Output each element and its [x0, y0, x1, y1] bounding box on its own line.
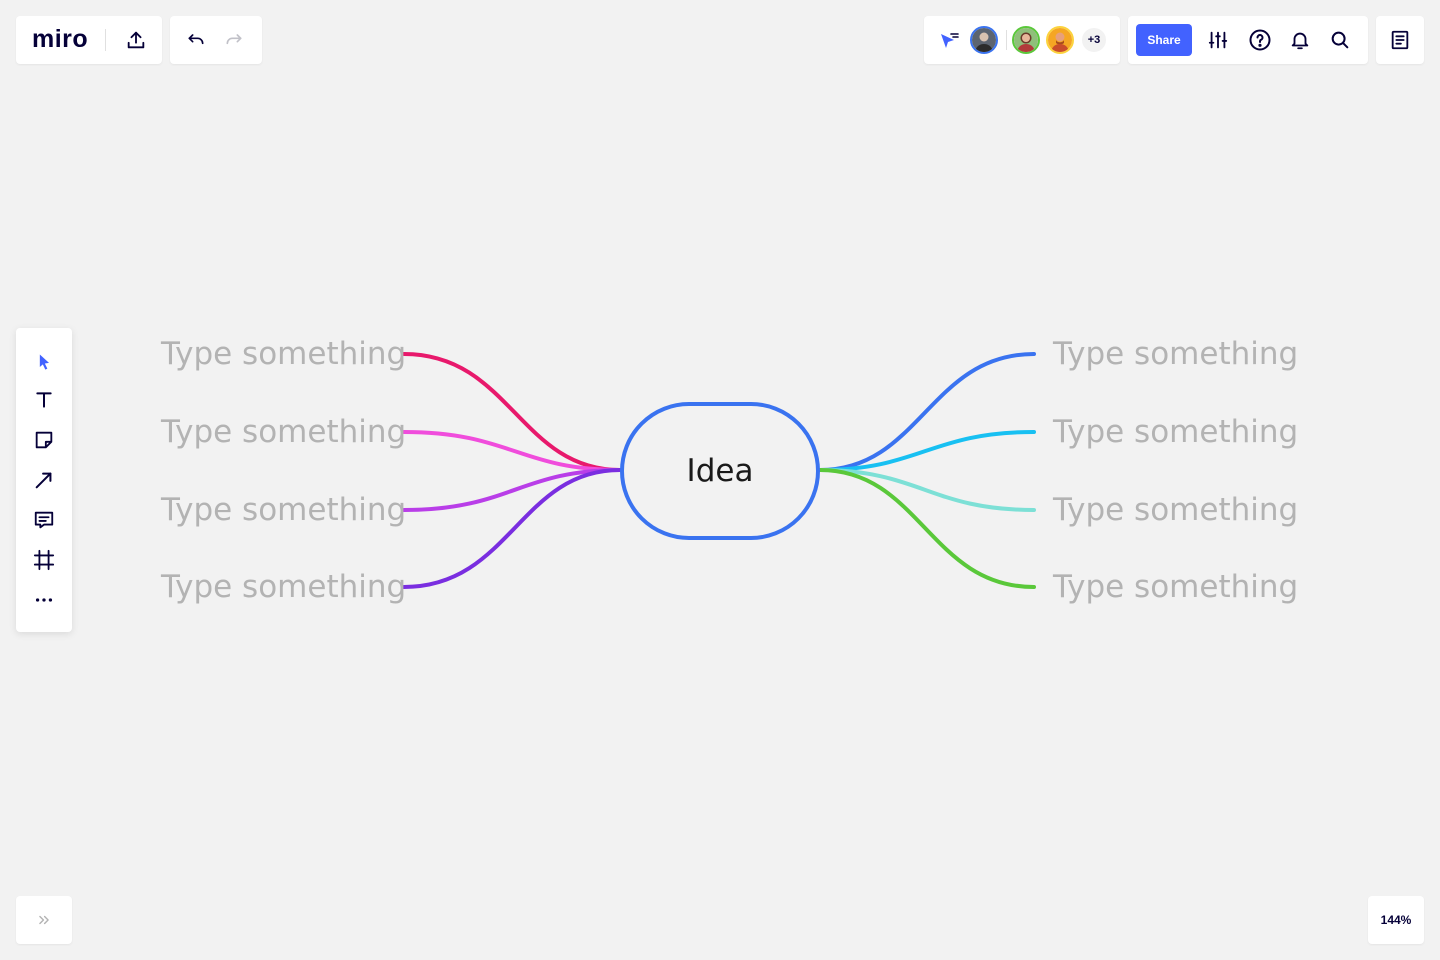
select-cursor-icon[interactable]	[28, 346, 60, 378]
share-toolbar: Share	[1128, 16, 1368, 64]
undo-icon[interactable]	[182, 26, 210, 54]
redo-icon[interactable]	[220, 26, 248, 54]
more-tools-icon[interactable]	[28, 584, 60, 616]
zoom-level[interactable]: 144%	[1368, 896, 1424, 944]
notes-panel	[1376, 16, 1424, 64]
right-branch-node[interactable]: Type something	[1053, 572, 1298, 603]
notifications-bell-icon[interactable]	[1286, 26, 1314, 54]
divider	[1006, 30, 1007, 50]
left-branch-node[interactable]: Type something	[161, 417, 406, 448]
miro-logo[interactable]: miro	[32, 25, 88, 54]
branch-line	[402, 468, 622, 512]
central-topic-node[interactable]: Idea	[620, 402, 820, 540]
right-branch-node[interactable]: Type something	[1053, 495, 1298, 526]
sticky-note-icon[interactable]	[28, 424, 60, 456]
left-branch-node[interactable]: Type something	[161, 572, 406, 603]
right-branch-node[interactable]: Type something	[1053, 417, 1298, 448]
branch-line	[402, 352, 622, 472]
avatar[interactable]	[1046, 26, 1074, 54]
avatar[interactable]	[1012, 26, 1040, 54]
extra-collaborators-count[interactable]: +3	[1080, 26, 1108, 54]
comment-icon[interactable]	[28, 504, 60, 536]
search-icon[interactable]	[1326, 26, 1354, 54]
branch-line	[818, 430, 1036, 472]
board-menu-panel: miro	[16, 16, 162, 64]
collaborators-panel: +3	[924, 16, 1120, 64]
branch-line	[402, 430, 622, 472]
export-icon[interactable]	[120, 24, 152, 56]
branch-line	[818, 468, 1036, 589]
settings-sliders-icon[interactable]	[1204, 26, 1232, 54]
branch-line	[402, 468, 622, 589]
notes-list-icon[interactable]	[1386, 26, 1414, 54]
text-tool-icon[interactable]	[28, 384, 60, 416]
board-canvas: Idea Type something Type something Type …	[0, 0, 1440, 960]
branch-line	[818, 352, 1036, 472]
creation-toolbar	[16, 328, 72, 632]
branch-line	[818, 468, 1036, 512]
divider	[105, 29, 106, 51]
expand-chevrons-icon[interactable]	[30, 906, 58, 934]
share-button[interactable]: Share	[1136, 24, 1192, 56]
avatar[interactable]	[970, 26, 998, 54]
right-branch-node[interactable]: Type something	[1053, 339, 1298, 370]
frame-icon[interactable]	[28, 544, 60, 576]
cursor-follow-icon[interactable]	[936, 28, 962, 54]
undo-redo-panel	[170, 16, 262, 64]
left-branch-node[interactable]: Type something	[161, 495, 406, 526]
left-branch-node[interactable]: Type something	[161, 339, 406, 370]
help-icon[interactable]	[1246, 26, 1274, 54]
expand-panel	[16, 896, 72, 944]
connection-line-icon[interactable]	[28, 464, 60, 496]
